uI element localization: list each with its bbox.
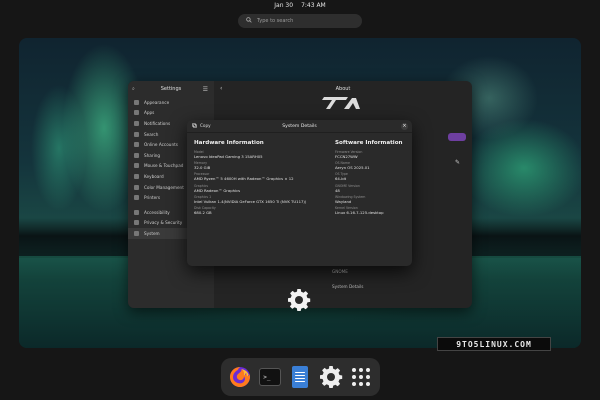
dock-settings[interactable] — [318, 364, 344, 390]
sidebar-item-label: Keyboard — [144, 173, 164, 179]
sidebar-item-appearance[interactable]: Appearance — [128, 97, 214, 108]
info-entry: Model Lenovo IdeaPad Gaming 3 15ARH05 — [194, 150, 324, 159]
sidebar-item-label: Privacy & Security — [144, 220, 183, 226]
info-entry: Graphics 1 Intel Vulkan 1.4(NVIDIA GeForc… — [194, 195, 324, 204]
hamburger-menu-icon[interactable]: ☰ — [203, 86, 208, 93]
sidebar-item-label: Color Management — [144, 184, 184, 190]
info-entry: OS Type 64-bit — [335, 172, 407, 181]
sidebar-title: Settings — [160, 86, 182, 92]
hardware-section: Hardware Information Model Lenovo IdeaPad… — [194, 140, 324, 217]
info-value: 48 — [335, 187, 340, 193]
mouse-icon — [134, 163, 139, 169]
firefox-icon — [230, 366, 251, 387]
info-value: AMD Radeon™ Graphics — [194, 187, 241, 193]
about-row-system-details[interactable]: System Details › — [332, 279, 472, 293]
printer-icon — [134, 195, 139, 201]
dash-dock: >_ — [221, 358, 380, 396]
accessibility-icon — [134, 209, 139, 215]
apps-icon — [134, 110, 139, 116]
keyboard-icon — [134, 173, 139, 179]
info-value: Wayland — [335, 198, 352, 204]
sidebar-item-label: Apps — [144, 110, 155, 116]
copy-icon — [192, 123, 197, 128]
dock-show-apps[interactable] — [348, 364, 374, 390]
color-icon — [134, 184, 139, 190]
clock-label: 7:43 AM — [301, 1, 326, 9]
info-value: 32.0 GiB — [194, 165, 211, 171]
search-icon — [246, 17, 252, 25]
sidebar-item-label: Sharing — [144, 152, 161, 158]
text-editor-icon — [292, 366, 309, 388]
site-watermark: 9TO5LINUX.COM — [437, 337, 551, 351]
share-icon — [134, 152, 139, 158]
sidebar-item-label: Online Accounts — [144, 142, 178, 148]
dock-terminal[interactable]: >_ — [257, 364, 283, 390]
info-entry: Memory 32.0 GiB — [194, 161, 324, 170]
overview-search-input[interactable]: Type to search — [238, 14, 362, 28]
gear-icon — [319, 366, 342, 388]
page-title: About — [335, 86, 351, 92]
info-entry: Windowing System Wayland — [335, 195, 407, 204]
info-entry: OS Name Aeryn OS 2025.01 — [335, 161, 407, 170]
shield-icon — [134, 220, 139, 226]
system-details-dialog: Copy System Details × Hardware Informati… — [187, 120, 412, 266]
sidebar-item-label: System — [144, 230, 160, 236]
appearance-icon — [134, 99, 139, 105]
os-logo — [322, 97, 360, 109]
sidebar-item-label: Notifications — [144, 120, 171, 126]
info-entry: Kernel Version Linux 6.16.7-125.desktop — [335, 206, 407, 215]
edit-pencil-icon[interactable]: ✎ — [455, 159, 460, 166]
software-section: Software Information Firmware Version FCC… — [335, 140, 407, 217]
info-value: 680.2 GB — [194, 209, 212, 215]
top-bar[interactable]: Jan 30 7:43 AM — [0, 0, 600, 10]
sidebar-search-icon[interactable]: ⌕ — [132, 86, 135, 92]
back-arrow-icon[interactable]: ‹ — [220, 85, 222, 92]
copy-button[interactable]: Copy — [192, 123, 211, 128]
bell-icon — [134, 120, 139, 126]
software-title: Software Information — [335, 140, 403, 146]
terminal-icon: >_ — [259, 368, 282, 386]
info-entry: Processor AMD Ryzen™ 5 4600H with Radeon™… — [194, 172, 324, 181]
sidebar-item-label: Accessibility — [144, 209, 170, 215]
info-entry: Firmware Version FCCN27WW — [335, 150, 407, 159]
about-row-gnome[interactable]: GNOME — [332, 264, 472, 278]
gear-icon — [134, 230, 139, 236]
sidebar-item-apps[interactable]: Apps — [128, 108, 214, 119]
gear-icon — [288, 289, 311, 311]
sidebar-item-label: Mouse & Touchpad — [144, 163, 184, 169]
info-entry: Disk Capacity 680.2 GB — [194, 206, 324, 215]
close-icon[interactable]: × — [401, 123, 408, 130]
info-value: Linux 6.16.7-125.desktop — [335, 209, 384, 215]
accounts-icon — [134, 142, 139, 148]
sidebar-item-label: Printers — [144, 195, 161, 201]
info-value: FCCN27WW — [335, 154, 358, 159]
date-label: Jan 30 — [274, 1, 294, 9]
info-value: Lenovo IdeaPad Gaming 3 15ARH05 — [194, 154, 263, 159]
sidebar-item-label: Appearance — [144, 99, 170, 105]
info-entry: GNOME Version 48 — [335, 184, 407, 193]
dock-firefox[interactable] — [227, 364, 253, 390]
info-value: 64-bit — [335, 176, 347, 182]
info-value: Aeryn OS 2025.01 — [335, 165, 370, 171]
dialog-title: System Details — [282, 123, 317, 129]
info-value: AMD Ryzen™ 5 4600H with Radeon™ Graphics… — [194, 176, 294, 182]
search-icon — [134, 131, 139, 137]
info-value: Intel Vulkan 1.4(NVIDIA GeForce GTX 1650… — [194, 198, 307, 204]
rename-device-button[interactable] — [448, 133, 466, 141]
info-entry: Graphics AMD Radeon™ Graphics — [194, 184, 324, 193]
search-placeholder: Type to search — [257, 18, 294, 24]
dock-text-editor[interactable] — [287, 364, 313, 390]
hardware-title: Hardware Information — [194, 140, 264, 146]
app-grid-icon — [351, 368, 370, 386]
sidebar-item-label: Search — [144, 131, 159, 137]
